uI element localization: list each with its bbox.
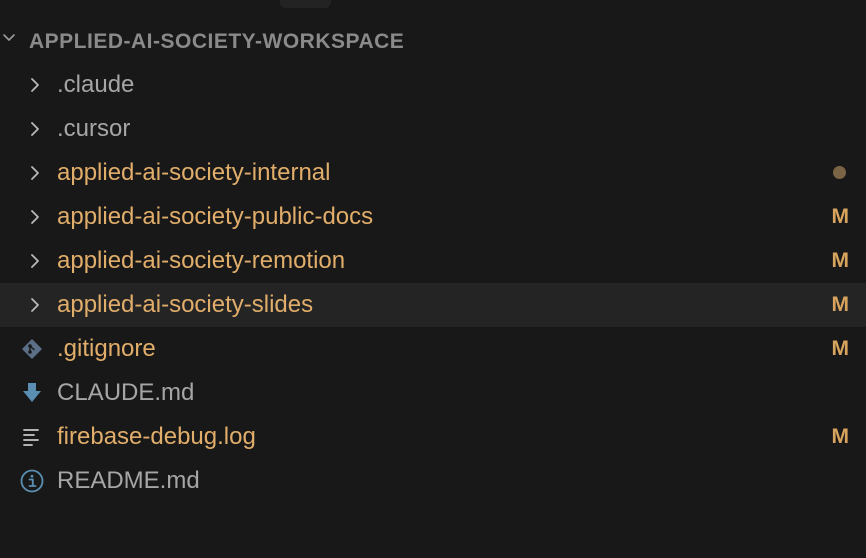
file-row[interactable]: .gitignore M [0,327,866,371]
git-diamond-icon [20,337,44,361]
folder-name: .cursor [57,115,131,142]
folder-row[interactable]: applied-ai-society-remotion M [0,239,866,283]
git-status-badge: M [831,293,850,316]
git-status-badge: M [831,425,850,448]
folder-name: applied-ai-society-remotion [57,247,346,274]
folder-row[interactable]: applied-ai-society-public-docs M [0,195,866,239]
file-name: CLAUDE.md [57,379,195,406]
info-circle-icon [20,469,44,493]
chevron-right-icon [22,205,46,229]
folder-row[interactable]: applied-ai-society-internal [0,151,866,195]
chevron-right-icon [22,161,46,185]
folder-row[interactable]: .cursor [0,107,866,151]
file-tree: .claude .cursor applied-ai-society-interna… [0,63,866,503]
file-row[interactable]: CLAUDE.md [0,371,866,415]
chevron-down-icon [3,34,15,41]
folder-name: applied-ai-society-public-docs [57,203,374,230]
git-status-badge: M [831,337,850,360]
folder-row[interactable]: .claude [0,63,866,107]
file-row[interactable]: README.md [0,459,866,503]
chevron-right-icon [22,249,46,273]
git-status-badge: M [831,205,850,228]
workspace-section-header[interactable]: APPLIED-AI-SOCIETY-WORKSPACE [0,22,866,58]
modified-dot-indicator [833,166,846,179]
file-name: README.md [57,467,200,494]
folder-name: .claude [57,71,135,98]
workspace-title: APPLIED-AI-SOCIETY-WORKSPACE [29,30,405,53]
folder-row[interactable]: applied-ai-society-slides M [0,283,866,327]
download-arrow-icon [20,381,44,405]
file-name: firebase-debug.log [57,423,256,450]
file-name: .gitignore [57,335,156,362]
file-row[interactable]: firebase-debug.log M [0,415,866,459]
file-explorer: APPLIED-AI-SOCIETY-WORKSPACE .claude .cur… [0,0,866,558]
folder-name: applied-ai-society-slides [57,291,314,318]
git-status-badge: M [831,249,850,272]
chevron-right-icon [22,73,46,97]
chevron-right-icon [22,117,46,141]
folder-name: applied-ai-society-internal [57,159,331,186]
top-tab-stub [280,0,331,8]
log-lines-icon [20,425,44,449]
chevron-right-icon [22,293,46,317]
